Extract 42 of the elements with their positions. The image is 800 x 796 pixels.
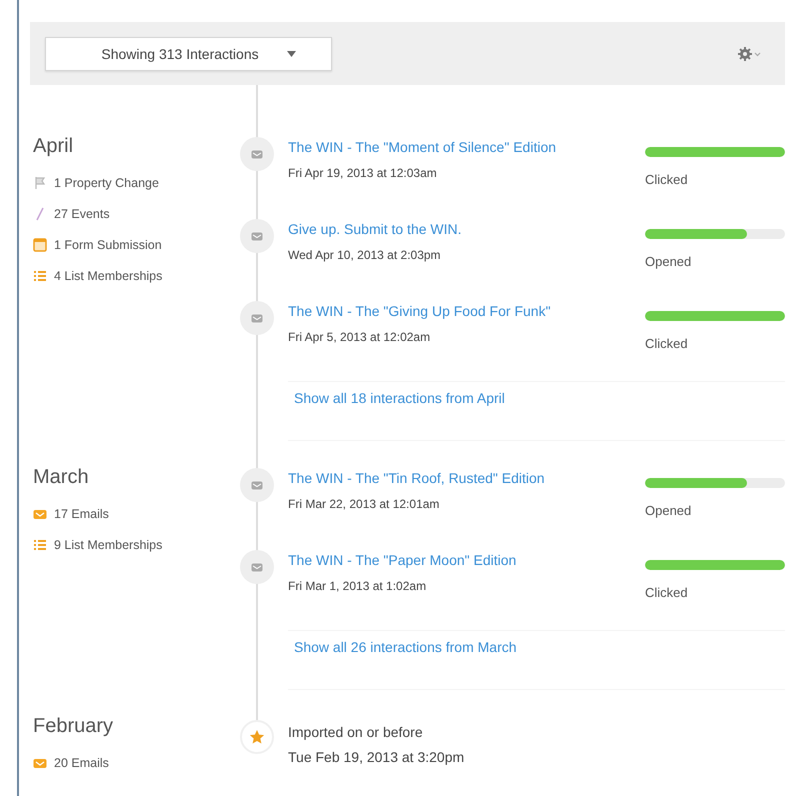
list-icon (33, 538, 47, 552)
email-node-icon (240, 301, 274, 335)
settings-button[interactable] (737, 46, 763, 62)
stat-label: 9 List Memberships (54, 538, 162, 552)
email-date: Fri Apr 19, 2013 at 12:03am (288, 166, 438, 180)
email-date: Wed Apr 10, 2013 at 2:03pm (288, 248, 442, 262)
month-heading: March (33, 466, 90, 489)
import-date: Tue Feb 19, 2013 at 3:20pm (288, 749, 466, 765)
stat-label: 17 Emails (54, 506, 109, 520)
engagement-status: Clicked (645, 585, 689, 600)
stat-label: 27 Events (54, 206, 110, 220)
month-heading: February (33, 715, 114, 738)
show-all-link[interactable]: Show all 18 interactions from April (294, 390, 505, 406)
stat-label: 1 Property Change (54, 176, 159, 190)
show-all-link[interactable]: Show all 26 interactions from March (294, 639, 517, 655)
form-icon (33, 238, 47, 252)
email-node-icon (240, 219, 274, 253)
email-node-icon (240, 468, 274, 502)
month-heading: April (33, 135, 74, 158)
filter-dropdown[interactable]: Showing 313 Interactions (45, 36, 332, 70)
email-date: Fri Apr 5, 2013 at 12:02am (288, 330, 432, 344)
engagement-status: Opened (645, 254, 692, 269)
caret-icon (286, 50, 296, 56)
email-title-link[interactable]: The WIN - The "Moment of Silence" Edition (288, 139, 556, 155)
email-title-link[interactable]: The WIN - The "Giving Up Food For Funk" (288, 303, 551, 319)
import-title: Imported on or before (288, 724, 424, 740)
engagement-status: Clicked (645, 172, 689, 187)
email-title-link[interactable]: The WIN - The "Paper Moon" Edition (288, 552, 516, 568)
email-date: Fri Mar 22, 2013 at 12:01am (288, 497, 440, 511)
email-title-link[interactable]: The WIN - The "Tin Roof, Rusted" Edition (288, 470, 545, 486)
email-date: Fri Mar 1, 2013 at 1:02am (288, 579, 428, 593)
engagement-status: Opened (645, 503, 692, 518)
list-icon (33, 268, 47, 282)
email-node-icon (240, 137, 274, 171)
engagement-status: Clicked (645, 336, 689, 351)
settings-icon (737, 46, 763, 62)
stat-label: 20 Emails (54, 756, 109, 770)
stat-label: 1 Form Submission (54, 238, 162, 252)
stat-label: 4 List Memberships (54, 268, 162, 282)
email-node-icon (240, 550, 274, 584)
email-title-link[interactable]: Give up. Submit to the WIN. (288, 221, 462, 237)
flag-icon (33, 176, 47, 190)
